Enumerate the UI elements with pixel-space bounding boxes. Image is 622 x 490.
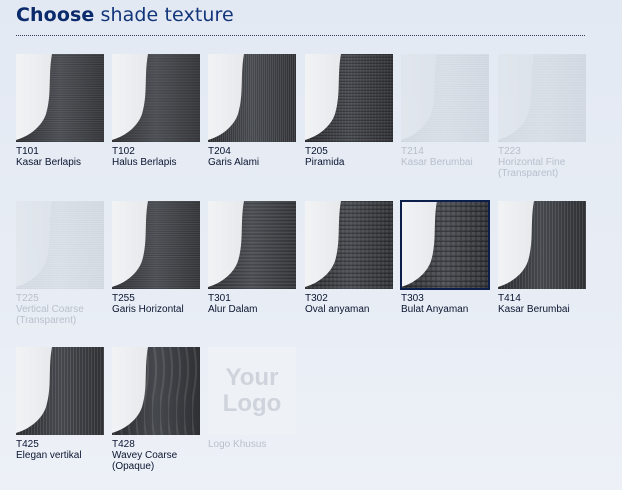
- logo-placeholder: Your Logo: [223, 365, 282, 417]
- texture-name: Kasar Berumbai: [401, 157, 473, 168]
- texture-tile-t428[interactable]: T428 Wavey Coarse (Opaque): [112, 347, 200, 472]
- texture-tile-t214[interactable]: T214 Kasar Berumbai: [401, 54, 489, 168]
- texture-thumbnail: [305, 201, 393, 289]
- texture-name: Elegan vertikal: [16, 450, 82, 461]
- texture-tile-t255[interactable]: T255 Garis Horizontal: [112, 201, 200, 315]
- texture-code: T303: [401, 293, 424, 304]
- texture-tile-t204[interactable]: T204 Garis Alami: [208, 54, 296, 168]
- texture-thumbnail: [16, 201, 104, 289]
- texture-name: Kasar Berumbai: [498, 304, 570, 315]
- texture-code: T302: [305, 293, 328, 304]
- texture-code: T101: [16, 146, 39, 157]
- texture-thumbnail: [305, 54, 393, 142]
- texture-code: T255: [112, 293, 135, 304]
- texture-tile-t225[interactable]: T225 Vertical Coarse (Transparent): [16, 201, 104, 326]
- texture-code: T425: [16, 439, 39, 450]
- texture-code: T225: [16, 293, 39, 304]
- texture-thumbnail: [112, 201, 200, 289]
- texture-code: T102: [112, 146, 135, 157]
- texture-name: Garis Alami: [208, 157, 260, 168]
- texture-thumbnail: [498, 54, 586, 142]
- texture-code: T301: [208, 293, 231, 304]
- texture-name: Oval anyaman: [305, 304, 370, 315]
- texture-tile-t302[interactable]: T302 Oval anyaman: [305, 201, 393, 315]
- texture-name: Kasar Berlapis: [16, 157, 82, 168]
- texture-name: Garis Horizontal: [112, 304, 184, 315]
- texture-thumbnail: [400, 200, 490, 290]
- texture-code: T428: [112, 439, 135, 450]
- texture-code: T214: [401, 146, 424, 157]
- texture-name: Piramida: [305, 157, 345, 168]
- texture-thumbnail: [16, 347, 104, 435]
- texture-name: Alur Dalam: [208, 304, 258, 315]
- texture-thumbnail: [112, 54, 200, 142]
- texture-tile-t301[interactable]: T301 Alur Dalam: [208, 201, 296, 315]
- texture-tile-t223[interactable]: T223 Horizontal Fine (Transparent): [498, 54, 586, 179]
- texture-thumbnail: [498, 201, 586, 289]
- texture-code: T205: [305, 146, 328, 157]
- texture-name: Horizontal Fine (Transparent): [498, 157, 566, 179]
- texture-thumbnail: [208, 201, 296, 289]
- custom-logo-thumbnail: Your Logo: [208, 347, 296, 435]
- texture-code: T223: [498, 146, 521, 157]
- texture-thumbnail: [112, 347, 200, 435]
- texture-tile-t102[interactable]: T102 Halus Berlapis: [112, 54, 200, 168]
- logo-placeholder-line2: Logo: [222, 390, 282, 417]
- texture-name: Vertical Coarse (Transparent): [16, 304, 84, 326]
- texture-thumbnail: [401, 54, 489, 142]
- title-bold: Choose: [16, 4, 95, 26]
- texture-tile-t205[interactable]: T205 Piramida: [305, 54, 393, 168]
- page-header: Choose shade texture: [16, 4, 234, 26]
- texture-code: T204: [208, 146, 231, 157]
- texture-thumbnail: [16, 54, 104, 142]
- texture-name: Bulat Anyaman: [401, 304, 469, 315]
- custom-logo-label: Logo Khusus: [208, 439, 267, 450]
- texture-name: Halus Berlapis: [112, 157, 177, 168]
- texture-tile-t303[interactable]: T303 Bulat Anyaman: [400, 200, 490, 315]
- texture-tile-t101[interactable]: T101 Kasar Berlapis: [16, 54, 104, 168]
- texture-name: Wavey Coarse (Opaque): [112, 450, 178, 472]
- logo-placeholder-line1: Your: [225, 364, 279, 391]
- title-light: shade texture: [100, 4, 234, 26]
- texture-thumbnail: [208, 54, 296, 142]
- texture-tile-t425[interactable]: T425 Elegan vertikal: [16, 347, 104, 461]
- texture-code: T414: [498, 293, 521, 304]
- header-divider: [16, 35, 585, 36]
- texture-tile-t414[interactable]: T414 Kasar Berumbai: [498, 201, 586, 315]
- custom-logo-tile[interactable]: Your Logo Logo Khusus: [208, 347, 296, 450]
